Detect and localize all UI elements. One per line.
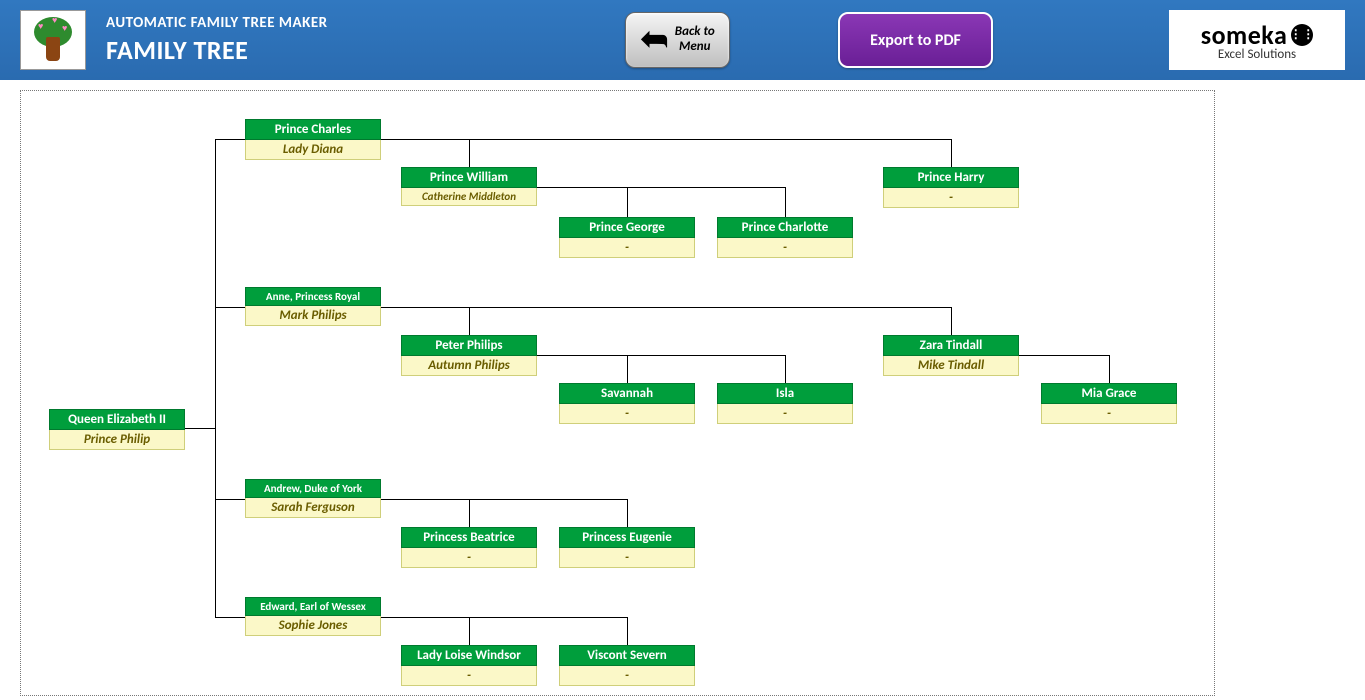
node-spouse: Prince Philip xyxy=(49,430,185,450)
node-anne[interactable]: Anne, Princess Royal Mark Philips xyxy=(245,287,381,326)
app-subtitle: AUTOMATIC FAMILY TREE MAKER xyxy=(106,14,328,32)
node-harry[interactable]: Prince Harry - xyxy=(883,167,1019,208)
node-viscont[interactable]: Viscont Severn - xyxy=(559,645,695,686)
node-george[interactable]: Prince George - xyxy=(559,217,695,258)
brand-logo: someka ⋮⋮ Excel Solutions xyxy=(1169,10,1345,70)
app-header: ♥ ♥ ♥ AUTOMATIC FAMILY TREE MAKER FAMILY… xyxy=(0,0,1365,80)
titles: AUTOMATIC FAMILY TREE MAKER FAMILY TREE xyxy=(106,14,328,66)
node-loise[interactable]: Lady Loise Windsor - xyxy=(401,645,537,686)
node-peter[interactable]: Peter Philips Autumn Philips xyxy=(401,335,537,376)
brand-icon: ⋮⋮ xyxy=(1291,24,1313,46)
tree-canvas: Queen Elizabeth II Prince Philip Prince … xyxy=(20,90,1215,696)
node-andrew[interactable]: Andrew, Duke of York Sarah Ferguson xyxy=(245,479,381,518)
node-root[interactable]: Queen Elizabeth II Prince Philip xyxy=(49,409,185,450)
tree-icon: ♥ ♥ ♥ xyxy=(28,15,78,65)
node-edward[interactable]: Edward, Earl of Wessex Sophie Jones xyxy=(245,597,381,636)
node-zara[interactable]: Zara Tindall Mike Tindall xyxy=(883,335,1019,376)
node-charles[interactable]: Prince Charles Lady Diana xyxy=(245,119,381,160)
brand-tagline: Excel Solutions xyxy=(1218,47,1296,62)
node-name: Queen Elizabeth II xyxy=(49,409,185,430)
export-pdf-button[interactable]: Export to PDF xyxy=(838,12,993,68)
node-william[interactable]: Prince William Catherine Middleton xyxy=(401,167,537,206)
node-beatrice[interactable]: Princess Beatrice - xyxy=(401,527,537,568)
node-mia[interactable]: Mia Grace - xyxy=(1041,383,1177,424)
node-charlotte[interactable]: Prince Charlotte - xyxy=(717,217,853,258)
back-to-menu-button[interactable]: ➦ Back to Menu xyxy=(625,12,730,68)
node-eugenie[interactable]: Princess Eugenie - xyxy=(559,527,695,568)
page-title: FAMILY TREE xyxy=(106,34,328,66)
back-label-line1: Back to xyxy=(675,24,715,39)
back-label-line2: Menu xyxy=(679,39,710,54)
logo: ♥ ♥ ♥ xyxy=(20,10,86,70)
node-savannah[interactable]: Savannah - xyxy=(559,383,695,424)
export-label: Export to PDF xyxy=(870,31,961,50)
node-isla[interactable]: Isla - xyxy=(717,383,853,424)
